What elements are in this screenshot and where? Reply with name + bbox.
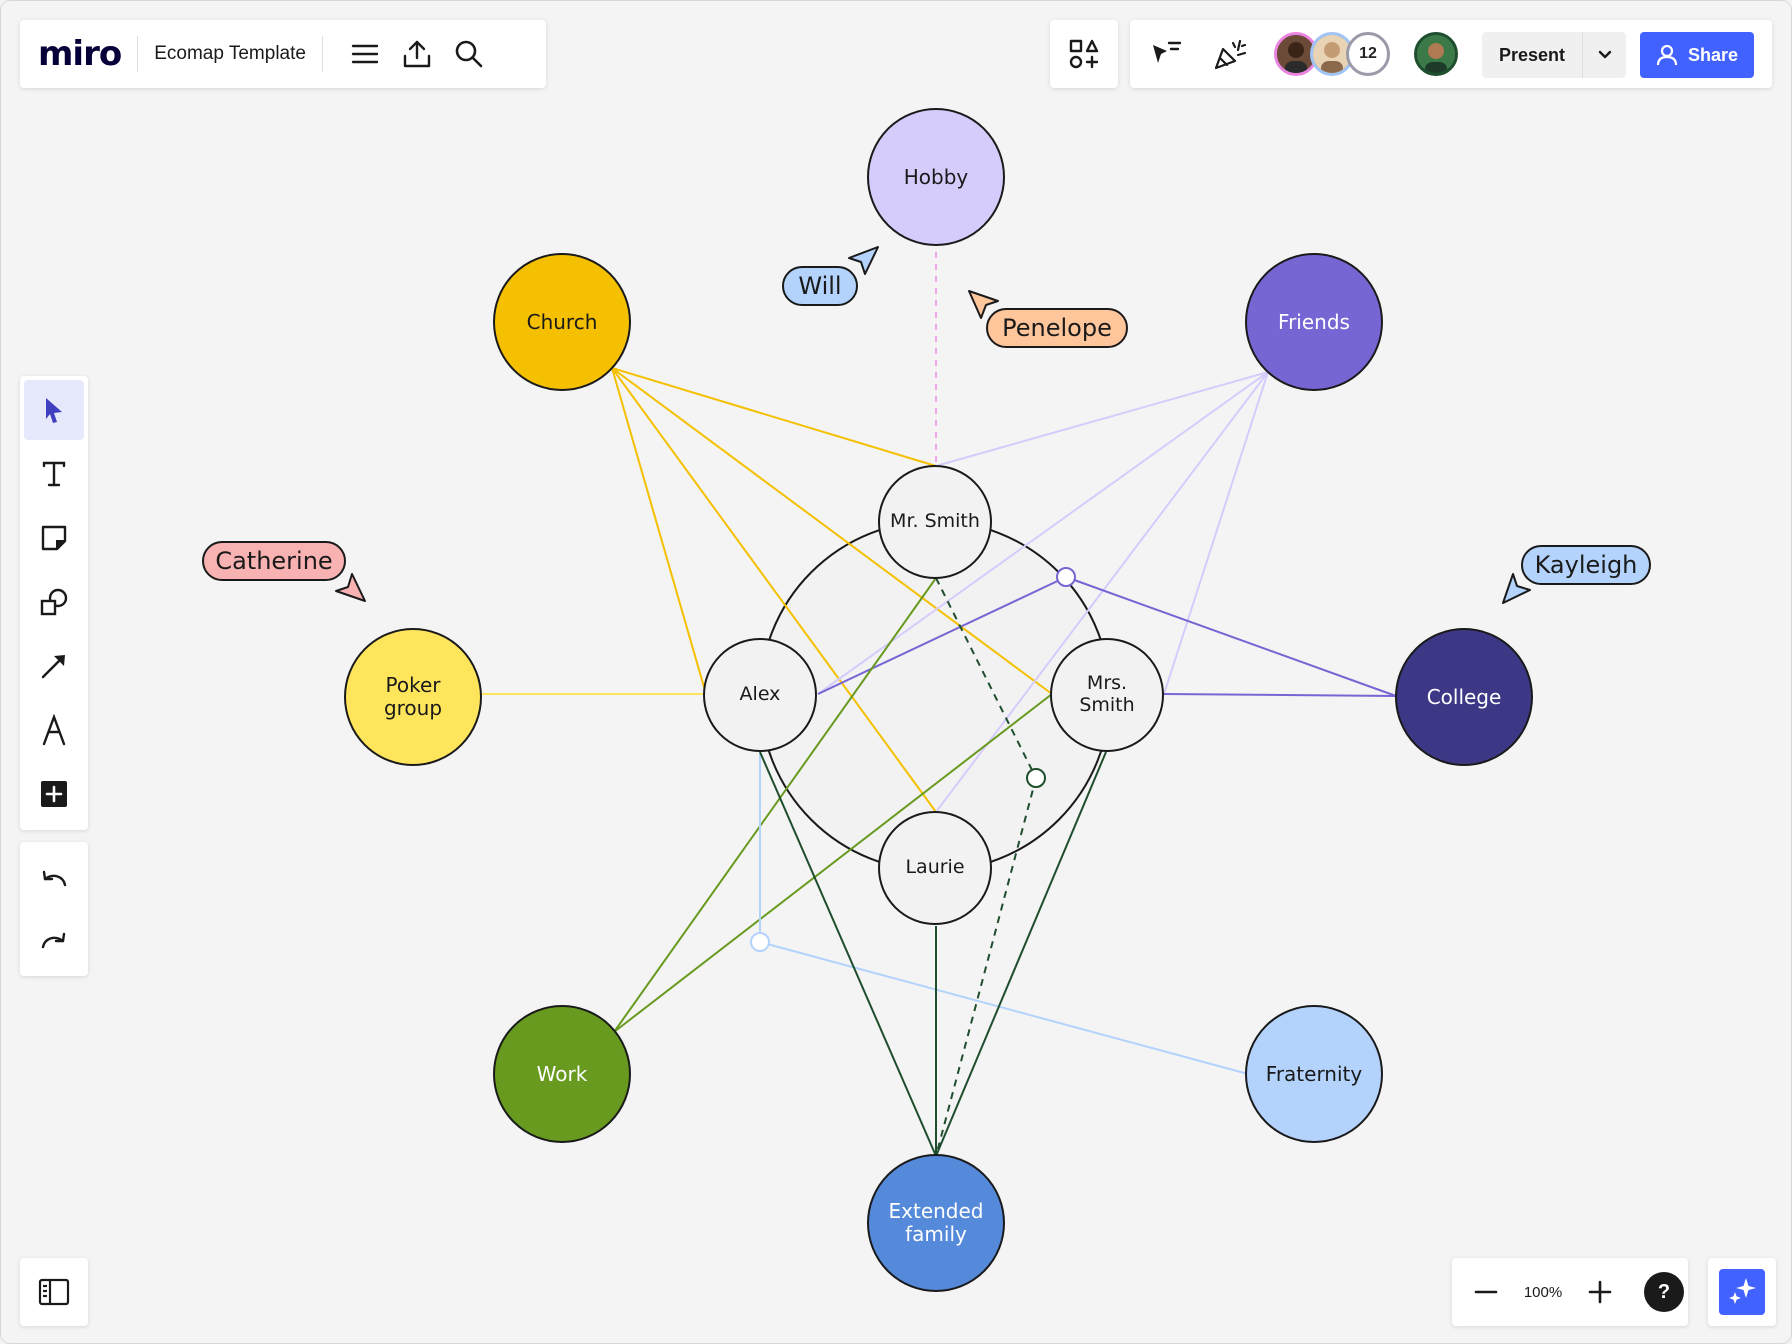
miro-logo: miro [38, 34, 122, 74]
node-label: Friends [1278, 309, 1350, 334]
node-mr-smith[interactable]: Mr. Smith [878, 465, 992, 579]
present-button-group: Present [1482, 32, 1626, 78]
history-controls [20, 842, 88, 976]
node-extended-family[interactable]: Extended family [867, 1154, 1005, 1292]
node-label: Mrs. Smith [1079, 672, 1135, 716]
connector-tool[interactable] [24, 636, 84, 696]
apps-button[interactable] [1050, 20, 1118, 88]
shapes-icon [40, 588, 68, 616]
cursor-label-penelope: Penelope [986, 308, 1128, 348]
cursor-name: Will [798, 272, 842, 300]
divider [137, 36, 139, 72]
board-header: miro Ecomap Template [20, 20, 546, 88]
cursor-name: Kayleigh [1534, 551, 1638, 579]
sparkle-icon [1719, 1269, 1765, 1315]
node-laurie[interactable]: Laurie [878, 811, 992, 925]
connector-church-mr-smith[interactable] [611, 367, 937, 467]
node-poker-group[interactable]: Poker group [344, 628, 482, 766]
add-more-tool[interactable] [24, 764, 84, 824]
node-mrs-smith[interactable]: Mrs. Smith [1050, 638, 1164, 752]
pointer-icon [46, 398, 62, 423]
avatar[interactable] [1414, 32, 1458, 76]
connector-alex-fraternity-b[interactable] [759, 941, 1249, 1075]
zoom-level[interactable]: 100% [1512, 1284, 1574, 1301]
plus-icon [1588, 1280, 1612, 1304]
cursor-name: Catherine [215, 547, 333, 575]
connector-friends-mr-smith[interactable] [935, 371, 1269, 467]
node-label: College [1426, 684, 1502, 709]
user-icon [1656, 44, 1678, 66]
shapes-plus-icon [1069, 39, 1099, 69]
shapes-tool[interactable] [24, 572, 84, 632]
redo-icon [41, 932, 66, 949]
undo-icon [42, 870, 67, 887]
share-label: Share [1687, 44, 1739, 65]
node-label: Hobby [903, 164, 969, 189]
redo-button[interactable] [24, 910, 84, 970]
sticky-note-tool[interactable] [24, 508, 84, 568]
zoom-in-button[interactable] [1574, 1266, 1626, 1318]
node-label: Church [526, 309, 598, 334]
node-hobby[interactable]: Hobby [867, 108, 1005, 246]
node-label: Alex [739, 683, 781, 706]
zoom-out-button[interactable] [1460, 1266, 1512, 1318]
chevron-down-icon[interactable] [1583, 50, 1626, 60]
pen-tool[interactable] [24, 700, 84, 760]
search-icon[interactable] [443, 28, 495, 80]
node-label: Poker group [383, 673, 443, 720]
text-tool[interactable] [24, 444, 84, 504]
cursor-label-kayleigh: Kayleigh [1521, 545, 1651, 585]
share-button[interactable]: Share [1640, 32, 1754, 78]
node-friends[interactable]: Friends [1245, 253, 1383, 391]
sidebar-icon [38, 1278, 70, 1306]
menu-icon[interactable] [339, 28, 391, 80]
sticky-note-icon [41, 525, 67, 551]
minus-icon [1474, 1290, 1498, 1294]
collaborator-count[interactable]: 12 [1346, 32, 1390, 76]
zoom-controls: 100% ? [1452, 1258, 1688, 1326]
node-alex[interactable]: Alex [703, 638, 817, 752]
node-work[interactable]: Work [493, 1005, 631, 1143]
frames-panel-button[interactable] [20, 1258, 88, 1326]
node-label: Work [536, 1061, 588, 1086]
connector-handle[interactable] [1026, 768, 1046, 788]
present-button[interactable]: Present [1482, 45, 1582, 66]
arrow-line-icon [41, 655, 65, 679]
undo-button[interactable] [24, 848, 84, 908]
connector-friends-mrs-smith[interactable] [1163, 371, 1269, 695]
connector-church-alex[interactable] [611, 367, 707, 695]
export-icon[interactable] [391, 28, 443, 80]
connector-handle[interactable] [750, 932, 770, 952]
node-college[interactable]: College [1395, 628, 1533, 766]
collaboration-bar: 12 Present Share [1130, 20, 1772, 88]
board-title[interactable]: Ecomap Template [154, 43, 306, 65]
cursor-follow-icon[interactable] [1140, 28, 1192, 80]
connector-mrs-smith-college[interactable] [1163, 693, 1397, 697]
cursor-arrow-icon [848, 246, 879, 275]
cursor-name: Penelope [1002, 314, 1112, 342]
plus-square-icon [41, 781, 67, 807]
pen-icon [42, 714, 66, 746]
select-tool[interactable] [24, 380, 84, 440]
node-label: Laurie [905, 856, 965, 879]
node-label: Fraternity [1265, 1061, 1363, 1086]
tool-palette [20, 376, 88, 830]
cursor-label-catherine: Catherine [202, 541, 346, 581]
help-button[interactable]: ? [1644, 1272, 1684, 1312]
cursor-arrow-icon [1502, 573, 1531, 604]
node-fraternity[interactable]: Fraternity [1245, 1005, 1383, 1143]
cursor-arrow-icon [335, 573, 366, 602]
divider [321, 36, 323, 72]
text-icon [42, 461, 66, 487]
celebrate-icon[interactable] [1204, 28, 1256, 80]
ai-assistant-button[interactable] [1708, 1258, 1776, 1326]
connector-handle[interactable] [1056, 567, 1076, 587]
node-church[interactable]: Church [493, 253, 631, 391]
node-label: Extended family [888, 1199, 984, 1246]
node-label: Mr. Smith [890, 510, 980, 533]
